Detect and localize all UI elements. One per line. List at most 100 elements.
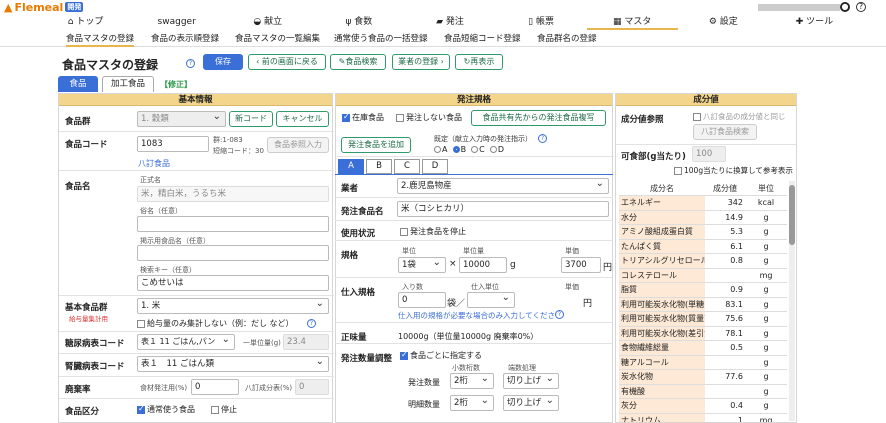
subnav-group-name[interactable]: 食品群名の登録 — [537, 33, 597, 45]
nutrient-value[interactable]: 78.1 — [705, 326, 745, 341]
food-code-input[interactable]: 1083 — [137, 136, 209, 152]
unit-qty-input[interactable]: 10000 — [459, 257, 507, 273]
order-qty-decimal-select[interactable]: 2桁 — [450, 372, 494, 389]
no-order-check[interactable]: 発注しない食品 — [396, 112, 462, 123]
scrollbar-thumb[interactable] — [789, 185, 795, 245]
checkbox[interactable] — [342, 112, 350, 122]
waste-order-input[interactable]: 0 — [191, 379, 239, 395]
help-icon[interactable]: ? — [555, 310, 564, 319]
checkbox[interactable] — [400, 350, 408, 360]
hattei-search-button[interactable]: 八訂食品検索 — [693, 124, 757, 140]
checkbox[interactable] — [211, 405, 219, 414]
user-icon[interactable]: ● — [840, 2, 850, 12]
refresh-button[interactable]: ↻再表示 — [455, 54, 503, 70]
normal-food-check[interactable]: 通常使う食品 — [137, 404, 195, 415]
subnav-display-order[interactable]: 食品の表示順登録 — [151, 33, 219, 45]
copy-shared-button[interactable]: 食品共有先からの発注食品複写 — [471, 110, 606, 126]
checkbox[interactable] — [137, 319, 145, 328]
save-button[interactable]: 保存 — [203, 54, 243, 70]
option-d[interactable]: D — [489, 145, 504, 154]
common-name-input[interactable] — [137, 216, 329, 232]
nav-item-1[interactable]: swagger — [131, 14, 222, 30]
unit-amount-input[interactable]: 23.4 — [283, 334, 329, 350]
adjust-check[interactable]: 食品ごとに指定する — [400, 350, 482, 361]
base-only-check[interactable]: 給与量のみ集計しない（例：だし など） — [137, 318, 294, 329]
order-tab-c[interactable]: C — [394, 159, 420, 174]
option-b[interactable]: B — [452, 145, 466, 154]
radio[interactable] — [434, 146, 441, 153]
subnav-common-foods[interactable]: 通常使う食品の一括登録 — [334, 33, 428, 45]
edible-input[interactable]: 100 — [692, 146, 726, 162]
nutrient-value[interactable]: 5.3 — [705, 224, 745, 240]
checkbox[interactable] — [400, 227, 408, 236]
nutrient-value[interactable]: 75.6 — [705, 311, 745, 327]
food-group-select[interactable]: 1. 穀類 — [137, 110, 226, 127]
nutrient-value[interactable]: 0.4 — [705, 398, 745, 414]
tab-processed[interactable]: 加工食品 — [102, 76, 154, 92]
stock-food-check[interactable]: 在庫食品 — [342, 112, 384, 123]
search-key-input[interactable]: こめせいは — [137, 275, 329, 291]
checkbox[interactable] — [137, 404, 145, 414]
unit-select[interactable]: 1袋 — [398, 256, 446, 273]
nutrient-value[interactable]: 0.9 — [705, 282, 745, 298]
nutrient-value[interactable]: 83.1 — [705, 297, 745, 312]
order-tab-d[interactable]: D — [422, 159, 448, 174]
purchase-help-link[interactable]: 仕入用の規格が必要な場合のみ入力してください — [398, 310, 563, 321]
in-unit-select[interactable] — [467, 291, 515, 308]
nutrient-value[interactable]: 342 — [705, 195, 745, 211]
subnav-short-code[interactable]: 食品短縮コード登録 — [444, 33, 521, 45]
nutrient-value[interactable]: 0.5 — [705, 340, 745, 356]
per100-check[interactable]: 100g当たりに換算して参考表示 — [674, 165, 793, 176]
order-name-input[interactable]: 米（コシヒカリ） — [397, 201, 609, 217]
radio[interactable] — [489, 146, 497, 153]
tab-food[interactable]: 食品 — [58, 76, 98, 92]
radio[interactable] — [471, 146, 479, 153]
detail-qty-decimal-select[interactable]: 2桁 — [450, 394, 494, 411]
back-button[interactable]: ‹ 前の画面に戻る — [248, 54, 326, 70]
help-icon[interactable]: ? — [856, 2, 866, 12]
vendor-select[interactable]: 2.鹿児島物産 — [397, 177, 609, 194]
order-tab-a[interactable]: A — [338, 159, 364, 174]
help-icon[interactable]: ? — [538, 134, 547, 143]
nav-item-0[interactable]: ⌂ トップ — [40, 14, 131, 30]
nav-item-7[interactable]: ⚙ 設定 — [678, 14, 769, 30]
stop-order-check[interactable]: 発注食品を停止 — [400, 226, 466, 237]
kidney-code-select[interactable]: 表１ 11 ごはん類 — [137, 355, 329, 372]
app-logo[interactable]: ▲ Flemeal 開発 — [4, 1, 84, 14]
nutrient-value[interactable]: 0.8 — [705, 253, 745, 269]
post-name-input[interactable] — [137, 245, 329, 261]
nav-item-5[interactable]: ▯ 帳票 — [496, 14, 587, 30]
subnav-bulk-edit[interactable]: 食品マスタの一覧編集 — [235, 33, 320, 45]
nav-item-8[interactable]: ✚ ツール — [769, 14, 860, 30]
waste-hattei-input[interactable]: 0 — [295, 379, 329, 395]
checkbox[interactable] — [693, 113, 701, 121]
nav-item-4[interactable]: ▰ 発注 — [404, 14, 495, 30]
cancel-button[interactable]: キャンセル — [276, 111, 329, 127]
nutrient-value[interactable]: 77.6 — [705, 369, 745, 385]
nutrient-value[interactable]: 1 — [705, 413, 745, 422]
title-help-icon[interactable]: ? — [186, 59, 195, 68]
same-as-hattei-check[interactable]: 八訂食品の成分値と同じ — [693, 111, 786, 122]
diabetes-code-select[interactable]: 表１ 11 ごはん,パン — [137, 333, 235, 350]
base-group-select[interactable]: 1. 米 — [137, 297, 329, 314]
vendor-register-button[interactable]: 業者の登録 › — [392, 54, 450, 70]
subnav-food-master[interactable]: 食品マスタの登録 — [66, 33, 135, 47]
nav-item-6[interactable]: ▦ マスタ — [586, 14, 678, 30]
nutrient-value[interactable] — [705, 355, 745, 370]
option-c[interactable]: C — [471, 145, 485, 154]
order-tab-b[interactable]: B — [366, 159, 392, 174]
nutrient-value[interactable]: 6.1 — [705, 239, 745, 254]
formal-name-input[interactable]: 米，精白米，うるち米 — [137, 186, 329, 202]
radio[interactable] — [452, 146, 460, 153]
option-a[interactable]: A — [434, 145, 447, 154]
order-qty-round-select[interactable]: 切り上げ — [503, 372, 559, 389]
nav-item-3[interactable]: ψ 食数 — [313, 14, 404, 30]
food-search-button[interactable]: ✎食品検索 — [330, 54, 386, 70]
nutrient-value[interactable] — [705, 384, 745, 399]
nutrient-value[interactable]: 14.9 — [705, 210, 745, 225]
stop-check[interactable]: 停止 — [211, 404, 237, 415]
checkbox[interactable] — [674, 167, 682, 175]
price-input[interactable]: 3700 — [561, 257, 601, 273]
new-code-button[interactable]: 新コード — [229, 111, 273, 127]
hattei-food-link[interactable]: 八訂食品 — [138, 158, 170, 169]
